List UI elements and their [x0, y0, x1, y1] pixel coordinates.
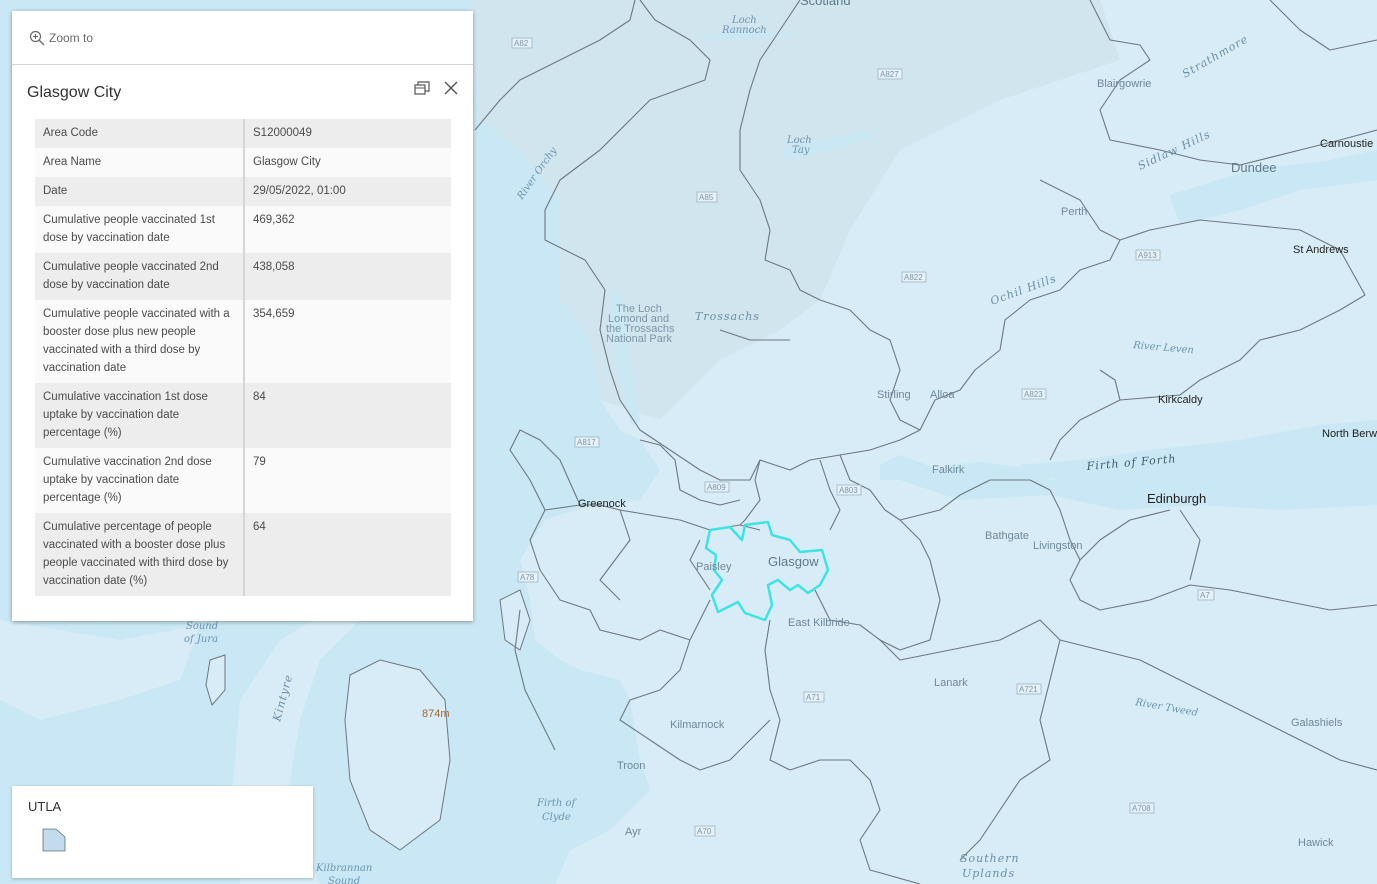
label-alloa: Alloa [930, 389, 955, 401]
road-a823: A823 [1024, 390, 1043, 399]
road-a85: A85 [699, 193, 714, 202]
table-row: Area Name Glasgow City [35, 148, 451, 177]
road-a721: A721 [1019, 685, 1038, 694]
road-a822: A822 [904, 273, 923, 282]
table-row: Cumulative vaccination 2nd dose uptake b… [35, 448, 451, 513]
road-a827: A827 [880, 70, 899, 79]
label-north-berwick: North Berwi [1322, 428, 1377, 440]
road-a708: A708 [1132, 804, 1151, 813]
popup-toolbar: Zoom to [12, 11, 473, 65]
table-row: Area Code S12000049 [35, 119, 451, 148]
field-value: 29/05/2022, 01:00 [244, 177, 451, 206]
table-row: Cumulative people vaccinated 1st dose by… [35, 206, 451, 253]
label-kilmarnock: Kilmarnock [670, 719, 725, 731]
road-a70: A70 [697, 827, 712, 836]
field-name: Cumulative people vaccinated 1st dose by… [35, 206, 245, 253]
field-value: S12000049 [244, 119, 451, 148]
dock-icon [414, 81, 430, 95]
label-falkirk: Falkirk [932, 464, 965, 476]
road-a817: A817 [577, 438, 596, 447]
table-row: Cumulative people vaccinated with a boos… [35, 300, 451, 383]
label-troon: Troon [617, 760, 645, 772]
label-edinburgh: Edinburgh [1147, 491, 1206, 506]
label-sound-of-jura-2: of Jura [184, 634, 218, 645]
label-firth-of-clyde-2: Clyde [542, 812, 571, 823]
road-a913: A913 [1138, 251, 1157, 260]
label-national-park-4: National Park [606, 333, 673, 345]
label-blairgowrie: Blairgowrie [1097, 78, 1151, 90]
road-a809: A809 [707, 483, 726, 492]
label-loch-tay-2: Tay [792, 145, 810, 156]
table-row: Cumulative people vaccinated 2nd dose by… [35, 253, 451, 300]
field-value: 79 [244, 448, 451, 513]
label-southern-uplands-1: Southern [960, 852, 1020, 865]
field-name: Area Name [35, 148, 245, 177]
table-row: Cumulative percentage of people vaccinat… [35, 513, 451, 596]
polygon-swatch-icon [42, 828, 66, 852]
zoom-to-button[interactable]: Zoom to [29, 30, 93, 46]
label-bathgate: Bathgate [985, 530, 1029, 542]
label-perth: Perth [1061, 206, 1087, 218]
field-value: 354,659 [244, 300, 451, 383]
close-icon [444, 81, 458, 95]
label-kirkcaldy: Kirkcaldy [1158, 394, 1203, 406]
label-scotland: Scotland [800, 0, 851, 8]
table-row: Date 29/05/2022, 01:00 [35, 177, 451, 206]
zoom-in-icon [29, 30, 45, 45]
label-trossachs: Trossachs [695, 310, 760, 323]
feature-popup: Zoom to Glasgow City Area Code S12000049 [12, 11, 473, 621]
road-a78: A78 [520, 573, 535, 582]
label-dundee: Dundee [1231, 160, 1277, 175]
label-peak-height: 874m [422, 708, 450, 720]
dock-button[interactable] [412, 78, 432, 98]
field-value: 469,362 [244, 206, 451, 253]
field-value: Glasgow City [244, 148, 451, 177]
field-value: 84 [244, 383, 451, 448]
label-stirling: Stirling [877, 389, 911, 401]
label-glasgow: Glasgow [768, 554, 819, 569]
field-name: Area Code [35, 119, 245, 148]
label-lanark: Lanark [934, 677, 968, 689]
road-a71: A71 [806, 693, 821, 702]
label-livingston: Livingston [1033, 540, 1083, 552]
field-name: Cumulative people vaccinated with a boos… [35, 300, 245, 383]
label-sound-of-jura-1: Sound [186, 621, 218, 632]
road-a82: A82 [514, 39, 529, 48]
legend-title: UTLA [28, 799, 62, 814]
label-paisley: Paisley [696, 561, 732, 573]
legend-panel: UTLA [12, 786, 313, 878]
field-name: Cumulative percentage of people vaccinat… [35, 513, 245, 596]
table-row: Cumulative vaccination 1st dose uptake b… [35, 383, 451, 448]
field-value: 438,058 [244, 253, 451, 300]
label-loch-rannoch-2: Rannoch [721, 25, 767, 36]
popup-header: Glasgow City [12, 65, 473, 119]
field-name: Date [35, 177, 245, 206]
field-name: Cumulative vaccination 2nd dose uptake b… [35, 448, 245, 513]
close-button[interactable] [441, 78, 461, 98]
field-value: 64 [244, 513, 451, 596]
label-firth-of-clyde-1: Firth of [536, 798, 578, 809]
label-kilbrannan-sound-1: Kilbrannan [315, 863, 372, 874]
label-greenock: Greenock [578, 498, 626, 510]
road-a7: A7 [1200, 591, 1210, 600]
label-kilbrannan-sound-2: Sound [328, 876, 360, 884]
road-a803: A803 [839, 486, 858, 495]
label-carnoustie: Carnoustie [1320, 138, 1373, 150]
attribute-table: Area Code S12000049 Area Name Glasgow Ci… [35, 119, 451, 596]
label-east-kilbride: East Kilbride [788, 617, 850, 629]
zoom-to-label: Zoom to [49, 30, 94, 45]
label-hawick: Hawick [1298, 837, 1334, 849]
label-ayr: Ayr [625, 826, 642, 838]
label-galashiels: Galashiels [1291, 717, 1343, 729]
label-southern-uplands-2: Uplands [962, 867, 1015, 880]
field-name: Cumulative vaccination 1st dose uptake b… [35, 383, 245, 448]
popup-title: Glasgow City [27, 84, 122, 101]
label-st-andrews: St Andrews [1293, 244, 1349, 256]
field-name: Cumulative people vaccinated 2nd dose by… [35, 253, 245, 300]
